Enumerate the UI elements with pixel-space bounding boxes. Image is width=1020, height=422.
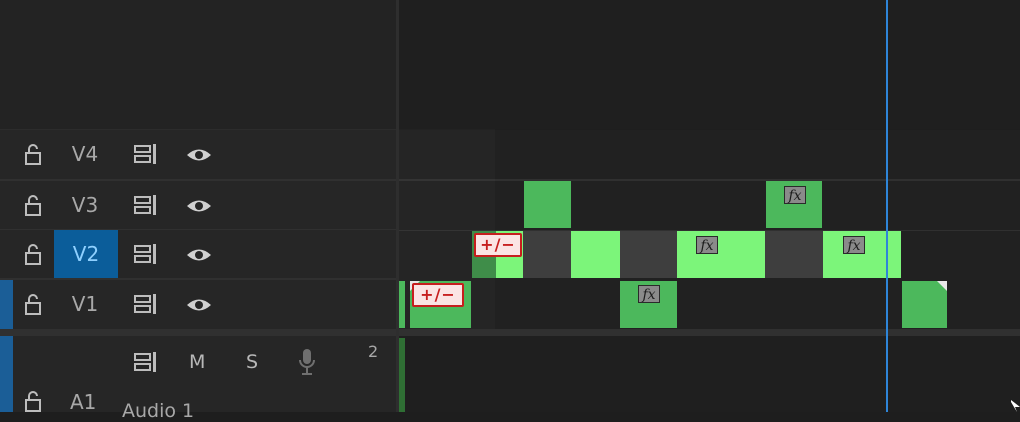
track-header-v1: V1 xyxy=(0,280,396,329)
track-name-a1[interactable]: Audio 1 xyxy=(122,400,194,422)
solo-button[interactable]: S xyxy=(246,351,258,373)
sync-lock-icon[interactable] xyxy=(134,195,158,215)
lock-icon[interactable] xyxy=(24,194,42,216)
clip-gap[interactable] xyxy=(620,231,677,278)
track-label-v2[interactable]: V2 xyxy=(54,230,118,279)
keyframe-badge[interactable]: +/− xyxy=(474,233,522,257)
fx-badge[interactable]: fx xyxy=(843,236,865,254)
clip[interactable]: fx xyxy=(823,231,901,278)
fx-badge[interactable]: fx xyxy=(638,285,660,303)
sync-lock-icon[interactable] xyxy=(134,294,158,314)
playhead[interactable] xyxy=(886,0,888,412)
track-label-a1[interactable]: A1 xyxy=(70,390,96,414)
track-header-v4: V4 xyxy=(0,130,396,179)
clip-gap[interactable] xyxy=(765,231,823,278)
audio-clip[interactable] xyxy=(399,338,405,412)
lock-icon[interactable] xyxy=(24,143,42,165)
track-header-a1: M S 2 A1 Audio 1 xyxy=(0,336,396,422)
clip-corner-marker xyxy=(937,281,947,291)
fx-badge[interactable]: fx xyxy=(784,186,806,204)
header-timeline-divider[interactable] xyxy=(396,0,399,412)
audio-channel-badge: 2 xyxy=(368,342,379,361)
eye-icon[interactable] xyxy=(185,246,213,264)
clip-gap[interactable] xyxy=(523,231,571,278)
track-label-v1[interactable]: V1 xyxy=(53,280,117,329)
clip[interactable]: fx xyxy=(766,181,822,228)
lock-icon[interactable] xyxy=(24,293,42,315)
clip[interactable] xyxy=(902,281,947,328)
eye-icon[interactable] xyxy=(185,197,213,215)
microphone-icon[interactable] xyxy=(297,348,317,376)
timeline-track-a1[interactable] xyxy=(399,336,1020,412)
sync-lock-icon[interactable] xyxy=(134,244,158,264)
sync-lock-icon[interactable] xyxy=(134,144,158,164)
clip[interactable] xyxy=(571,231,620,278)
keyframe-badge[interactable]: +/− xyxy=(412,283,464,307)
source-patch-v1[interactable] xyxy=(0,280,13,329)
source-patch-a1[interactable] xyxy=(0,336,13,412)
track-label-v3[interactable]: V3 xyxy=(53,181,117,230)
track-label-v4[interactable]: V4 xyxy=(53,130,117,179)
fx-badge[interactable]: fx xyxy=(696,236,718,254)
video-audio-divider[interactable] xyxy=(0,329,1020,336)
sync-lock-icon[interactable] xyxy=(134,352,158,372)
track-header-v2: V2 xyxy=(0,230,396,279)
clip[interactable] xyxy=(524,181,571,228)
clip[interactable]: fx xyxy=(620,281,677,328)
eye-icon[interactable] xyxy=(185,146,213,164)
cursor-icon xyxy=(1011,400,1020,412)
mute-button[interactable]: M xyxy=(189,351,205,373)
clip[interactable] xyxy=(399,281,405,328)
lock-icon[interactable] xyxy=(24,243,42,265)
clip[interactable]: fx xyxy=(677,231,765,278)
eye-icon[interactable] xyxy=(185,296,213,314)
timeline-empty-area[interactable] xyxy=(398,0,1020,129)
lock-icon[interactable] xyxy=(24,390,42,412)
timeline-header-panel xyxy=(0,0,396,129)
track-header-v3: V3 xyxy=(0,181,396,230)
